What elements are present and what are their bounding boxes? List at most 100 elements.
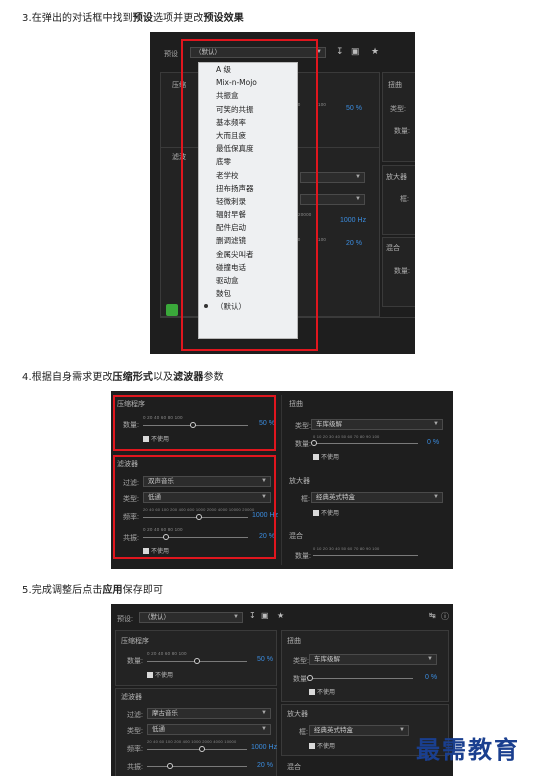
res-tick-100: 100 (318, 237, 327, 242)
distort-type-value: 车库级解 (316, 421, 342, 428)
step-3-text-a: 3.在弹出的对话框中找到 (22, 13, 133, 24)
screenshot-preset-dropdown: 预设 （默认） ▼ ↧ ▣ ★ 压缩 80 100 50 % 滤波 ▼ ▼ 20… (150, 32, 415, 354)
distort-type-select[interactable]: 车库级解 ▼ (309, 654, 437, 665)
amp-title: 放大器 (287, 711, 308, 718)
save-preset-icon[interactable]: ↧ (249, 611, 256, 620)
watermark-logo: 最需教育 (416, 735, 520, 764)
freq-slider-track[interactable] (147, 749, 247, 750)
step-3-text-b: 选项并更改 (152, 13, 204, 24)
amp-bypass-label: 不使用 (321, 511, 340, 517)
favorite-star-icon[interactable]: ★ (277, 611, 284, 620)
filter-select[interactable]: 摩古音乐 ▼ (147, 708, 271, 719)
res-slider-handle[interactable] (167, 763, 173, 769)
res-label: 共振: (127, 764, 143, 771)
distort-type-select[interactable]: 车库级解 ▼ (311, 419, 443, 430)
distort-title: 扭曲 (287, 638, 301, 645)
mix-amount-label: 数量: (394, 268, 410, 275)
step-5-bold: 应用 (102, 585, 123, 596)
step-4-text-a: 4.根据自身需求更改 (22, 372, 113, 383)
mix-ticks: 0 10 20 30 40 50 60 70 80 90 100 (313, 546, 380, 551)
distort-slider-handle[interactable] (311, 440, 317, 446)
freq-ticks: 20 40 60 100 200 400 1000 2000 4000 1000… (147, 739, 237, 744)
compress-title: 压缩程序 (121, 638, 149, 645)
checkbox-icon (309, 743, 315, 749)
amp-select-value: 经典英式特盒 (316, 494, 355, 501)
compress-ticks: 0 20 40 60 80 100 (147, 651, 187, 656)
step-3-bold-b: 预设效果 (203, 13, 244, 24)
preset-select-value: （默认） (144, 614, 170, 621)
distort-amount-label: 数量: (394, 128, 410, 135)
compress-amount-label: 数量: (127, 658, 143, 665)
step-5-text-a: 5.完成调整后点击 (22, 585, 103, 596)
distort-type-label: 类型: (390, 106, 406, 113)
distort-type-label: 类型: (295, 423, 311, 430)
amp-select[interactable]: 经典英式特盒 ▼ (309, 725, 409, 736)
distort-bypass-label: 不使用 (321, 455, 340, 461)
distort-section-title: 扭曲 (388, 82, 402, 89)
compress-slider-handle[interactable] (194, 658, 200, 664)
compress-value: 50 % (346, 105, 362, 112)
step-5-instruction: 5.完成调整后点击应用保存即可 (22, 581, 163, 596)
step-4-instruction: 4.根据自身需求更改压缩形式以及滤波器参数 (22, 368, 224, 383)
amp-section-title: 放大器 (386, 174, 407, 181)
checkbox-icon (313, 454, 319, 460)
chevron-down-icon: ▼ (427, 656, 433, 662)
info-icon[interactable]: ⓘ (441, 611, 449, 622)
compress-value: 50 % (257, 656, 273, 663)
filter-label: 过滤: (127, 712, 143, 719)
delete-preset-icon[interactable]: ▣ (351, 46, 360, 57)
delete-preset-icon[interactable]: ▣ (261, 611, 269, 620)
filter-title: 滤波器 (121, 694, 142, 701)
screenshot-final-settings: 预设: （默认） ▼ ↧ ▣ ★ ↹ ⓘ 压缩程序 数量: 0 20 40 60 … (111, 604, 453, 776)
favorite-star-icon[interactable]: ★ (371, 46, 379, 57)
routing-icon[interactable]: ↹ (429, 611, 436, 620)
amp-bypass-checkbox[interactable]: 不使用 (309, 741, 335, 750)
step-4-text-b: 以及 (152, 372, 174, 383)
chevron-down-icon: ▼ (433, 421, 439, 427)
freq-value: 1000 Hz (340, 217, 367, 224)
distort-ticks: 0 10 20 30 40 50 60 70 80 90 100 (313, 434, 380, 439)
checkbox-icon (309, 689, 315, 695)
distort-bypass-checkbox[interactable]: 不使用 (309, 687, 335, 696)
compress-tick-100: 100 (318, 102, 327, 107)
compress-bypass-checkbox[interactable]: 不使用 (147, 670, 173, 679)
distort-section (281, 630, 449, 702)
amp-label: 框: (301, 496, 310, 503)
distort-slider-track[interactable] (309, 678, 413, 679)
type-label: 类型: (127, 728, 143, 735)
preset-label: 预设: (117, 616, 133, 623)
amp-label: 框: (299, 729, 308, 736)
chevron-down-icon: ▼ (399, 727, 405, 733)
res-slider-track[interactable] (147, 766, 247, 767)
amp-bypass-checkbox[interactable]: 不使用 (313, 508, 339, 517)
distort-slider-handle[interactable] (307, 675, 313, 681)
power-icon[interactable] (166, 304, 178, 316)
mix-section-title: 混合 (386, 245, 400, 252)
amp-select[interactable]: 经典英式特盒 ▼ (311, 492, 443, 503)
preset-label: 预设 (164, 51, 178, 58)
highlight-frame-compress (113, 395, 276, 451)
chevron-down-icon: ▼ (261, 710, 267, 716)
distort-slider-track[interactable] (313, 443, 418, 444)
distort-amount-label: 数量: (295, 441, 311, 448)
distort-title: 扭曲 (289, 401, 303, 408)
amp-bypass-label: 不使用 (317, 744, 336, 750)
type-select[interactable]: 低通 ▼ (147, 724, 271, 735)
column-divider (281, 395, 282, 565)
distort-bypass-checkbox[interactable]: 不使用 (313, 452, 339, 461)
save-preset-icon[interactable]: ↧ (336, 46, 344, 57)
step-4-bold-a: 压缩形式 (112, 372, 153, 383)
mix-amount-label: 数量: (295, 553, 311, 560)
step-4-bold-b: 滤波器 (173, 372, 204, 383)
res-value: 20 % (346, 240, 362, 247)
amp-box-label: 框: (400, 196, 409, 203)
highlight-frame (181, 39, 318, 351)
mix-slider-track[interactable] (313, 555, 418, 556)
step-3-instruction: 3.在弹出的对话框中找到预设选项并更改预设效果 (22, 9, 244, 24)
preset-select[interactable]: （默认） ▼ (139, 612, 243, 623)
distort-value: 0 % (425, 674, 438, 681)
freq-slider-handle[interactable] (199, 746, 205, 752)
freq-label: 频率: (127, 746, 143, 753)
chevron-down-icon: ▼ (433, 494, 439, 500)
filter-select-value: 摩古音乐 (152, 710, 178, 717)
